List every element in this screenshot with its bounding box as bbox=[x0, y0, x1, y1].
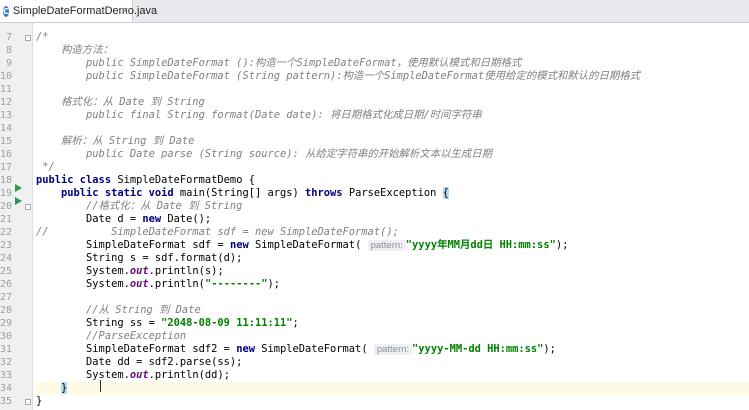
line-number: 17 bbox=[0, 162, 13, 173]
line-number: 22 bbox=[0, 227, 13, 238]
line-number: 14 bbox=[0, 123, 13, 134]
run-class-icon[interactable] bbox=[15, 184, 22, 192]
fold-marker-icon[interactable] bbox=[25, 35, 31, 41]
line-number: 12 bbox=[0, 97, 13, 108]
text-cursor-icon bbox=[100, 380, 101, 392]
line-number: 13 bbox=[0, 110, 13, 121]
current-code-line: } bbox=[36, 382, 749, 395]
code-line: System.out.println(s); bbox=[86, 265, 224, 277]
code-line: public class SimpleDateFormatDemo { bbox=[36, 174, 255, 186]
line-number: 9 bbox=[5, 58, 12, 69]
code-line: //从 String 到 Date bbox=[86, 304, 201, 316]
line-number-gutter: 7 8 9 10 11 12 13 14 15 16 17 18 19 20 2… bbox=[0, 23, 33, 410]
line-number: 35 bbox=[0, 396, 13, 407]
code-line: public Date parse (String source): 从给定字符… bbox=[86, 148, 493, 160]
code-line: */ bbox=[36, 161, 55, 173]
code-line: public SimpleDateFormat ():构造一个SimpleDat… bbox=[86, 57, 522, 69]
line-number: 8 bbox=[5, 45, 12, 56]
code-line: /* bbox=[36, 31, 49, 43]
code-line: String s = sdf.format(d); bbox=[86, 252, 243, 264]
run-main-icon[interactable] bbox=[15, 197, 22, 205]
line-number: 33 bbox=[0, 370, 13, 381]
line-number: 16 bbox=[0, 149, 13, 160]
line-number: 29 bbox=[0, 318, 13, 329]
tab-label: SimpleDateFormatDemo.java bbox=[12, 5, 158, 17]
fold-marker-icon[interactable] bbox=[25, 204, 31, 210]
line-number: 31 bbox=[0, 344, 13, 355]
fold-marker-icon[interactable] bbox=[25, 399, 31, 405]
line-number: 30 bbox=[0, 331, 13, 342]
code-line: System.out.println(dd); bbox=[86, 369, 230, 381]
code-line: 解析：从 String 到 Date bbox=[61, 135, 195, 147]
line-number: 15 bbox=[0, 136, 13, 147]
line-number: 27 bbox=[0, 292, 13, 303]
line-number: 26 bbox=[0, 279, 13, 290]
code-line: public static void main(String[] args) t… bbox=[61, 187, 449, 199]
code-line: 构造方法： bbox=[61, 44, 113, 56]
tab-simpledateformatdemo[interactable]: C SimpleDateFormatDemo.java × bbox=[0, 0, 157, 22]
code-line: SimpleDateFormat sdf2 = new SimpleDateFo… bbox=[86, 343, 556, 355]
code-line: Date dd = sdf2.parse(ss); bbox=[86, 356, 243, 368]
code-line: SimpleDateFormat sdf = new SimpleDateFor… bbox=[86, 239, 569, 251]
line-number: 28 bbox=[0, 305, 13, 316]
editor-tab-bar: C SimpleDateFormatDemo.java × bbox=[0, 0, 749, 23]
code-line: //ParseException bbox=[86, 330, 187, 342]
line-number: 23 bbox=[0, 240, 13, 251]
parameter-hint: pattern: bbox=[367, 240, 406, 251]
close-icon[interactable]: × bbox=[120, 4, 129, 18]
line-number: 32 bbox=[0, 357, 13, 368]
code-line: Date d = new Date(); bbox=[86, 213, 212, 225]
class-icon: C bbox=[3, 5, 9, 17]
line-number: 25 bbox=[0, 266, 13, 277]
code-line: //格式化：从 Date 到 String bbox=[86, 200, 243, 212]
line-number: 18 bbox=[0, 175, 13, 186]
line-number: 10 bbox=[0, 71, 13, 82]
code-line: public final String format(Date date): 将… bbox=[86, 109, 482, 121]
code-line: // SimpleDateFormat sdf = new SimpleDate… bbox=[36, 226, 399, 238]
code-editor[interactable]: /* 构造方法： public SimpleDateFormat ():构造一个… bbox=[36, 23, 749, 410]
line-number: 34 bbox=[0, 383, 13, 394]
line-number: 21 bbox=[0, 214, 13, 225]
line-number: 24 bbox=[0, 253, 13, 264]
parameter-hint: pattern: bbox=[373, 344, 413, 355]
line-number: 19 bbox=[0, 188, 13, 199]
code-line: System.out.println("--------"); bbox=[86, 278, 281, 290]
code-line: } bbox=[36, 395, 43, 407]
code-line: 格式化：从 Date 到 String bbox=[61, 96, 205, 108]
code-line: String ss = "2048-08-09 11:11:11"; bbox=[86, 317, 299, 329]
line-number: 11 bbox=[0, 84, 13, 95]
code-line: public SimpleDateFormat (String pattern)… bbox=[86, 70, 641, 82]
line-number: 7 bbox=[5, 32, 12, 43]
line-number: 20 bbox=[0, 201, 13, 212]
